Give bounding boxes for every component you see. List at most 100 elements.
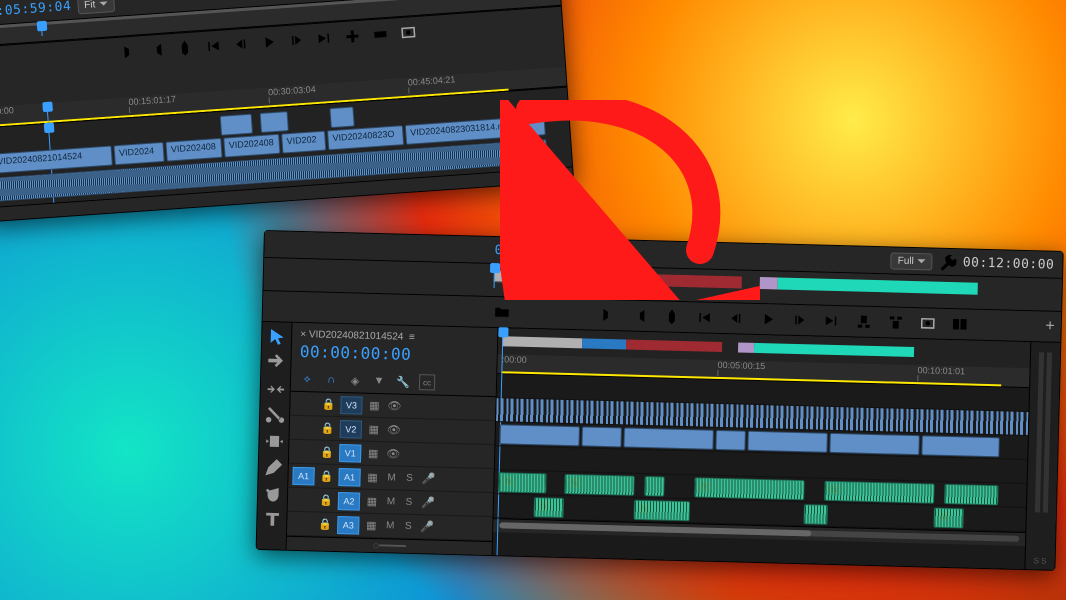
video-clip[interactable]: VID2024 bbox=[113, 142, 164, 165]
visibility-icon[interactable]: 👁 bbox=[386, 422, 402, 438]
play-icon[interactable] bbox=[259, 33, 278, 52]
video-clip[interactable]: VID202408 bbox=[165, 138, 222, 162]
video-clip[interactable] bbox=[220, 114, 253, 136]
type-tool-icon[interactable] bbox=[261, 508, 284, 531]
audio-meters: S S bbox=[1024, 342, 1060, 570]
meter-labels: S S bbox=[1025, 556, 1054, 566]
marker-span-icon[interactable]: ◈ bbox=[347, 372, 363, 388]
mute-toggle[interactable]: M bbox=[384, 472, 398, 483]
timecode-display[interactable]: 00:05:59:04 bbox=[0, 0, 72, 20]
timeline-colorbar[interactable] bbox=[502, 336, 914, 357]
step-back-icon[interactable] bbox=[231, 35, 250, 54]
mute-toggle[interactable]: M bbox=[384, 496, 398, 507]
ruler-mark: 00:45:04:21 bbox=[407, 74, 455, 87]
sync-lock-icon[interactable]: ▦ bbox=[363, 517, 379, 533]
solo-toggle[interactable]: S bbox=[402, 497, 416, 508]
add-button[interactable]: + bbox=[1045, 317, 1055, 335]
lock-icon[interactable]: 🔒 bbox=[318, 468, 334, 484]
preview-playhead[interactable] bbox=[41, 22, 43, 36]
marker-tico[interactable]: ▼ bbox=[371, 373, 387, 389]
ruler-mark: 00:30:03:04 bbox=[268, 84, 316, 97]
ruler-mark: 00:15:01:17 bbox=[128, 94, 176, 107]
video-clip[interactable]: VID20240823O bbox=[327, 125, 404, 150]
extract-icon[interactable] bbox=[887, 313, 905, 331]
marker-icon[interactable] bbox=[175, 39, 194, 58]
video-clip[interactable] bbox=[260, 111, 289, 133]
lock-icon[interactable]: 🔒 bbox=[317, 516, 333, 532]
wrench-tico[interactable]: 🔧 bbox=[395, 373, 411, 389]
overwrite-icon[interactable] bbox=[371, 25, 390, 44]
voiceover-icon[interactable]: 🎤 bbox=[420, 495, 436, 511]
step-fwd-icon[interactable] bbox=[287, 31, 306, 50]
prog-timecode-left[interactable]: 00:00:00:00 bbox=[494, 243, 586, 260]
track-target[interactable]: A3 bbox=[337, 516, 359, 535]
timeline-panel: 00:00:00:00 Fit Full 00:12:00:00 bbox=[256, 230, 1064, 571]
tracks-area: :00:00 00:05:00:15 00:10:01:01 bbox=[493, 328, 1031, 569]
visibility-icon[interactable]: 👁 bbox=[386, 398, 402, 414]
video-clip[interactable] bbox=[329, 107, 354, 129]
track-select-tool-icon[interactable] bbox=[265, 352, 288, 375]
selection-tool-icon[interactable] bbox=[265, 326, 288, 349]
lock-icon[interactable]: 🔒 bbox=[319, 444, 335, 460]
link-icon[interactable]: ∩ bbox=[323, 372, 339, 388]
sync-lock-icon[interactable]: ▦ bbox=[365, 445, 381, 461]
track-target[interactable]: A2 bbox=[338, 492, 360, 511]
prog-full-dropdown[interactable]: Full bbox=[890, 252, 933, 270]
snap-icon[interactable]: ✧ bbox=[299, 371, 315, 387]
go-end-icon[interactable] bbox=[315, 29, 334, 48]
go-end-icon[interactable] bbox=[823, 312, 841, 330]
pen-tool-icon[interactable] bbox=[262, 456, 285, 479]
prog-fit-dropdown[interactable]: Fit bbox=[592, 244, 630, 262]
prog-timecode-right[interactable]: 00:12:00:00 bbox=[963, 255, 1055, 272]
go-start-icon[interactable] bbox=[695, 308, 713, 326]
mute-toggle[interactable]: M bbox=[383, 520, 397, 531]
marker-icon[interactable] bbox=[663, 307, 681, 325]
video-clip[interactable]: VID20240821014524 bbox=[0, 145, 113, 173]
hand-tool-icon[interactable] bbox=[261, 482, 284, 505]
play-icon[interactable] bbox=[759, 310, 777, 328]
camera-icon[interactable] bbox=[919, 314, 937, 332]
ruler-mark: :00:00 bbox=[502, 354, 527, 365]
track-target[interactable]: V2 bbox=[340, 420, 362, 439]
compare-icon[interactable] bbox=[951, 315, 969, 333]
slip-tool-icon[interactable] bbox=[263, 430, 286, 453]
step-back-icon[interactable] bbox=[727, 309, 745, 327]
ripple-edit-tool-icon[interactable] bbox=[264, 378, 287, 401]
sync-lock-icon[interactable]: ▦ bbox=[364, 469, 380, 485]
mark-out-icon[interactable] bbox=[631, 307, 649, 325]
cc-icon[interactable]: cc bbox=[419, 374, 435, 390]
mark-in-icon[interactable] bbox=[599, 306, 617, 324]
visibility-icon[interactable]: 👁 bbox=[385, 446, 401, 462]
step-fwd-icon[interactable] bbox=[791, 311, 809, 329]
sync-lock-icon[interactable]: ▦ bbox=[364, 493, 380, 509]
go-start-icon[interactable] bbox=[203, 37, 222, 56]
track-target[interactable]: V1 bbox=[339, 444, 361, 463]
solo-toggle[interactable]: S bbox=[402, 473, 416, 484]
mark-in-icon[interactable] bbox=[119, 42, 138, 61]
lock-icon[interactable]: 🔒 bbox=[318, 492, 334, 508]
track-target[interactable]: V3 bbox=[340, 396, 362, 415]
video-clip[interactable]: VID202 bbox=[281, 131, 326, 154]
solo-toggle[interactable]: S bbox=[401, 521, 415, 532]
ruler-mark: :00:00 bbox=[0, 105, 14, 117]
sync-lock-icon[interactable]: ▦ bbox=[366, 421, 382, 437]
voiceover-icon[interactable]: 🎤 bbox=[420, 471, 436, 487]
voiceover-icon[interactable]: 🎤 bbox=[419, 519, 435, 535]
lock-icon[interactable]: 🔒 bbox=[320, 420, 336, 436]
scope-icon[interactable] bbox=[0, 82, 2, 101]
lock-icon[interactable]: 🔒 bbox=[320, 396, 336, 412]
insert-icon[interactable] bbox=[343, 27, 362, 46]
mark-out-icon[interactable] bbox=[147, 40, 166, 59]
wrench-icon[interactable] bbox=[939, 253, 957, 271]
lift-icon[interactable] bbox=[855, 312, 873, 330]
fit-dropdown[interactable]: Fit bbox=[77, 0, 115, 15]
ruler-playhead[interactable] bbox=[46, 103, 48, 122]
razor-tool-icon[interactable] bbox=[263, 404, 286, 427]
folder-icon[interactable] bbox=[493, 303, 511, 321]
main-timecode[interactable]: 00:00:00:00 bbox=[300, 342, 412, 364]
export-frame-icon[interactable] bbox=[399, 23, 418, 42]
source-patch[interactable]: A1 bbox=[292, 466, 314, 485]
video-clip[interactable]: VID202408 bbox=[223, 134, 280, 158]
track-target[interactable]: A1 bbox=[338, 468, 360, 487]
sync-lock-icon[interactable]: ▦ bbox=[366, 397, 382, 413]
